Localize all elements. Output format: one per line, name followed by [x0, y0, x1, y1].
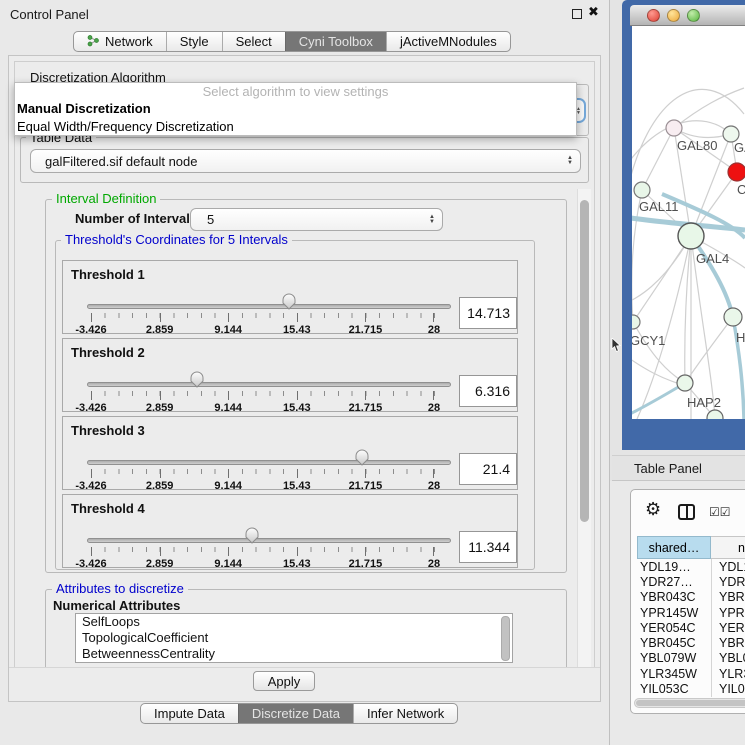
- minimize-traffic-light[interactable]: [667, 9, 680, 22]
- node-label-gal4: GAL4: [696, 251, 729, 266]
- table-panel-header: Table Panel: [612, 455, 745, 481]
- control-panel-tabs: Network Style Select Cyni Toolbox jActiv…: [73, 31, 511, 52]
- threshold-1-value-field[interactable]: 14.713: [459, 297, 517, 329]
- node-gal80[interactable]: [666, 120, 682, 136]
- node-label-c-clipped: C: [737, 182, 745, 197]
- tab-style[interactable]: Style: [166, 32, 222, 51]
- node-clipped-h[interactable]: [724, 308, 742, 326]
- tab-select[interactable]: Select: [222, 32, 285, 51]
- control-panel-window: Control Panel ✖ Network Style Select: [0, 0, 610, 745]
- float-window-icon[interactable]: [572, 9, 582, 19]
- threshold-3-slider-thumb[interactable]: [355, 449, 369, 466]
- list-item[interactable]: SelfLoops: [76, 614, 512, 630]
- threshold-2-panel: Threshold 2 -3.426 2.859 9.144 15.43 21.…: [62, 338, 518, 412]
- panel-vertical-scrollbar-thumb[interactable]: [580, 200, 589, 522]
- zoom-traffic-light[interactable]: [687, 9, 700, 22]
- table-row[interactable]: YER054CYER0: [637, 620, 745, 635]
- select-columns-icon[interactable]: ☑☑: [709, 505, 731, 519]
- algorithm-dropdown-popup: Select algorithm to view settings Manual…: [14, 82, 577, 136]
- table-horizontal-scrollbar[interactable]: [634, 698, 745, 708]
- list-vertical-scrollbar[interactable]: [501, 616, 510, 661]
- dropdown-hint: Select algorithm to view settings: [15, 83, 576, 100]
- gear-icon[interactable]: ⚙: [645, 499, 661, 520]
- node-label-h-clipped: H: [736, 330, 745, 345]
- column-header-shared-name[interactable]: shared…: [637, 536, 711, 559]
- tab-impute-data[interactable]: Impute Data: [141, 704, 238, 723]
- node-gal11[interactable]: [634, 182, 650, 198]
- apply-button[interactable]: Apply: [253, 671, 315, 691]
- tab-network[interactable]: Network: [74, 32, 166, 51]
- numerical-attributes-list: SelfLoops TopologicalCoefficient Between…: [75, 613, 513, 663]
- node-label-gcy1: GCY1: [632, 333, 665, 348]
- close-traffic-light[interactable]: [647, 9, 660, 22]
- node-table-card: ⚙ ☑☑ shared… name YDL19…YDL1 YDR27…YDR2 …: [630, 489, 745, 714]
- table-panel-title: Table Panel: [634, 461, 702, 476]
- node-label-gal11: GAL11: [639, 199, 679, 214]
- screen: Control Panel ✖ Network Style Select: [0, 0, 745, 745]
- interval-definition-title: Interval Definition: [52, 192, 160, 205]
- table-horizontal-scrollbar-thumb[interactable]: [636, 700, 745, 706]
- threshold-1-panel: Threshold 1 -3.426 2.859 9.144 15.43 21.…: [62, 260, 518, 334]
- threshold-3-label: Threshold 3: [71, 423, 145, 438]
- threshold-4-slider-thumb[interactable]: [245, 527, 259, 544]
- close-icon[interactable]: ✖: [588, 4, 599, 20]
- list-item[interactable]: BetweennessCentrality: [76, 646, 512, 662]
- table-row[interactable]: YBL079WYBL0: [637, 651, 745, 666]
- number-of-intervals-combobox[interactable]: 5 ▲▼: [190, 208, 443, 231]
- tab-jactivemnodules[interactable]: jActiveMNodules: [386, 32, 510, 51]
- table-row[interactable]: YIL053CYIL0: [637, 681, 745, 696]
- node-label-gal80: GAL80: [677, 138, 717, 153]
- table-row[interactable]: YBR043CYBR0: [637, 590, 745, 605]
- tab-network-label: Network: [105, 34, 153, 49]
- tab-discretize-data[interactable]: Discretize Data: [238, 704, 353, 723]
- network-view-window: GAL80 GA C GAL11 GAL4 GCY1 H HAP2: [622, 0, 745, 450]
- split-columns-icon[interactable]: [678, 504, 695, 520]
- table-row[interactable]: YBR045CYBR0: [637, 635, 745, 650]
- cyni-bottom-tabs: Impute Data Discretize Data Infer Networ…: [140, 703, 458, 724]
- attributes-group-title: Attributes to discretize: [52, 582, 188, 595]
- node-gal4[interactable]: [678, 223, 704, 249]
- node-hap2[interactable]: [677, 375, 693, 391]
- mouse-cursor: [611, 338, 622, 353]
- node-label-ga-clipped: GA: [734, 140, 745, 155]
- threshold-1-label: Threshold 1: [71, 267, 145, 282]
- threshold-4-value-field[interactable]: 11.344: [459, 531, 517, 563]
- numerical-attributes-heading: Numerical Attributes: [53, 598, 180, 613]
- tab-cyni-toolbox[interactable]: Cyni Toolbox: [285, 32, 386, 51]
- threshold-3-value-field[interactable]: 21.4: [459, 453, 517, 485]
- number-of-intervals-label: Number of Intervals: [75, 211, 197, 226]
- thresholds-group-title: Threshold's Coordinates for 5 Intervals: [61, 233, 292, 246]
- threshold-4-panel: Threshold 4 -3.426 2.859 9.144 15.43 21.…: [62, 494, 518, 568]
- table-row[interactable]: YLR345WYLR3: [637, 666, 745, 681]
- table-row[interactable]: YPR145WYPR1: [637, 605, 745, 620]
- combo-arrows-icon: ▲▼: [422, 215, 442, 225]
- table-data-combobox[interactable]: galFiltered.sif default node ▲▼: [30, 149, 581, 173]
- threshold-2-label: Threshold 2: [71, 345, 145, 360]
- threshold-1-slider-thumb[interactable]: [282, 293, 296, 310]
- dropdown-option-equal-width[interactable]: Equal Width/Frequency Discretization: [15, 118, 576, 136]
- combo-arrows-icon: ▲▼: [560, 156, 580, 166]
- tab-infer-network[interactable]: Infer Network: [353, 704, 457, 723]
- threshold-2-value-field[interactable]: 6.316: [459, 375, 517, 407]
- network-window-titlebar: [630, 5, 745, 26]
- table-row[interactable]: YDR27…YDR2: [637, 574, 745, 589]
- threshold-2-slider-thumb[interactable]: [190, 371, 204, 388]
- table-row[interactable]: YDL19…YDL1: [637, 559, 745, 574]
- table-body: YDL19…YDL1 YDR27…YDR2 YBR043CYBR0 YPR145…: [637, 559, 745, 697]
- threshold-4-label: Threshold 4: [71, 501, 145, 516]
- dropdown-option-manual[interactable]: Manual Discretization: [15, 100, 576, 118]
- column-header-name[interactable]: name: [711, 536, 745, 559]
- panel-vertical-scrollbar[interactable]: [577, 189, 591, 670]
- network-icon: [87, 34, 100, 50]
- network-canvas[interactable]: GAL80 GA C GAL11 GAL4 GCY1 H HAP2: [632, 26, 745, 419]
- table-header-row: shared… name: [631, 536, 745, 559]
- list-item[interactable]: TopologicalCoefficient: [76, 630, 512, 646]
- threshold-3-panel: Threshold 3 -3.426 2.859 9.144 15.43 21.…: [62, 416, 518, 490]
- node-gcy1[interactable]: [632, 315, 640, 329]
- node-label-hap2: HAP2: [687, 395, 721, 410]
- node-selected-red[interactable]: [728, 163, 745, 181]
- control-panel-title: Control Panel: [10, 7, 89, 22]
